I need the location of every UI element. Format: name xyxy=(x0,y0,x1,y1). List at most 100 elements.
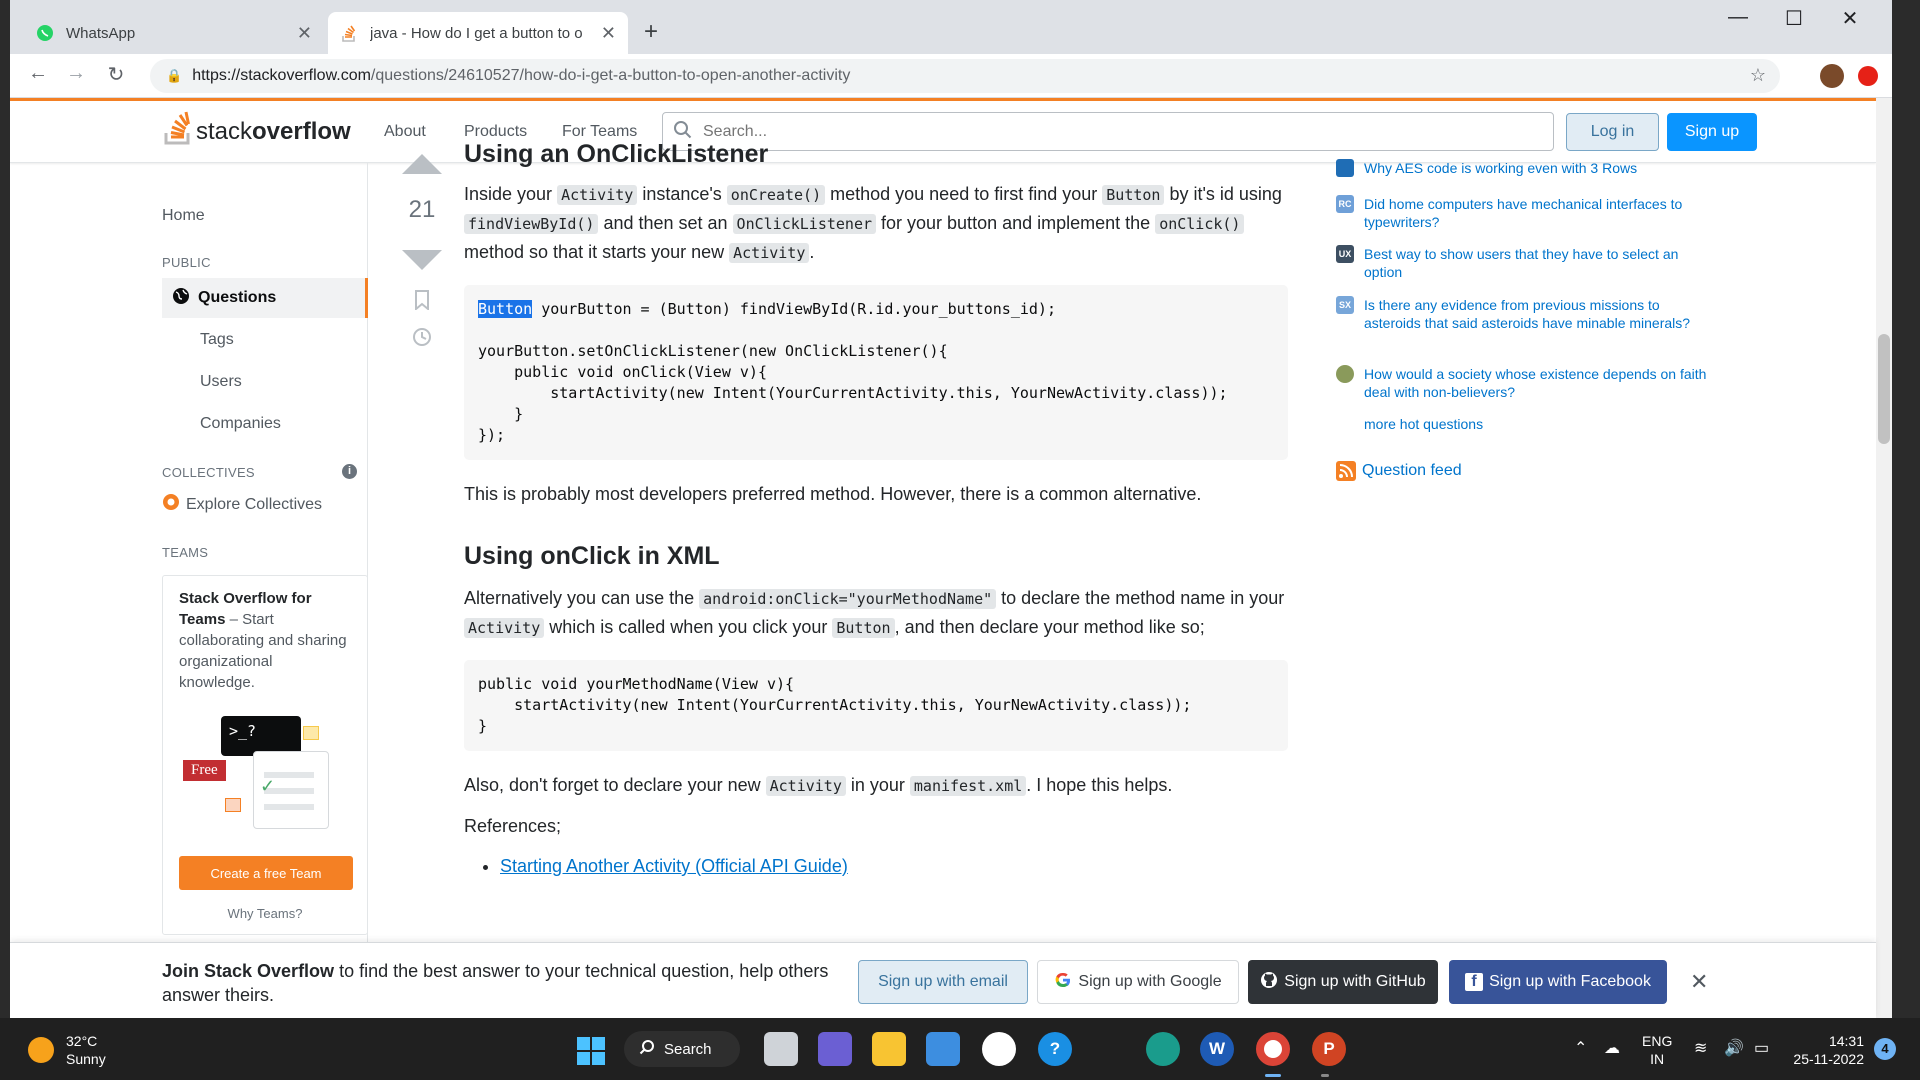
word-icon[interactable]: W xyxy=(1200,1032,1234,1066)
tab-strip: WhatsApp ✕ java - How do I get a button … xyxy=(10,0,1892,54)
downvote-icon[interactable] xyxy=(402,250,442,270)
teams-chat-icon[interactable] xyxy=(818,1032,852,1066)
weather-sun-icon[interactable] xyxy=(28,1037,54,1063)
search-input[interactable] xyxy=(703,122,1523,141)
chevron-up-icon[interactable]: ⌃ xyxy=(1574,1038,1587,1058)
question-feed-link[interactable]: Question feed xyxy=(1362,462,1462,480)
app-icon[interactable] xyxy=(982,1032,1016,1066)
check-icon: ✓ xyxy=(260,776,276,796)
info-icon[interactable]: i xyxy=(342,464,357,479)
reference-link[interactable]: Starting Another Activity (Official API … xyxy=(500,856,848,876)
tab-stackoverflow[interactable]: java - How do I get a button to o ✕ xyxy=(328,12,628,54)
code-block-xml-method[interactable]: public void yourMethodName(View v){ star… xyxy=(464,660,1288,751)
nav-home[interactable]: Home xyxy=(162,207,205,225)
signup-message: Join Stack Overflow to find the best ans… xyxy=(162,961,829,1005)
close-banner-icon[interactable]: ✕ xyxy=(1690,969,1708,995)
google-icon xyxy=(1054,971,1072,994)
hot-question-link[interactable]: Why AES code is working even with 3 Rows xyxy=(1364,159,1637,177)
checklist-graphic: ✓ xyxy=(253,751,329,829)
back-icon[interactable]: ← xyxy=(24,62,52,85)
hot-question-link[interactable]: How would a society whose existence depe… xyxy=(1364,365,1716,401)
signup-email-button[interactable]: Sign up with email xyxy=(858,960,1028,1004)
hot-question-item[interactable]: RC Did home computers have mechanical in… xyxy=(1336,195,1716,231)
more-hot-questions-link[interactable]: more hot questions xyxy=(1364,415,1483,433)
hot-question-item[interactable]: Why AES code is working even with 3 Rows xyxy=(1336,159,1716,177)
teams-illustration: >_? ✓ Free xyxy=(183,716,333,836)
taskbar-search[interactable]: Search xyxy=(624,1031,740,1067)
left-sidebar: Home PUBLIC Questions Tags Users Compani… xyxy=(162,163,368,943)
collectives-icon xyxy=(162,493,180,516)
nav-tags[interactable]: Tags xyxy=(200,331,234,349)
hot-question-item[interactable]: UX Best way to show users that they have… xyxy=(1336,245,1716,281)
hot-question-link[interactable]: Best way to show users that they have to… xyxy=(1364,245,1716,281)
maximize-icon[interactable]: ☐ xyxy=(1766,6,1822,31)
profile-avatar[interactable] xyxy=(1820,64,1844,88)
wifi-icon[interactable]: ≋ xyxy=(1694,1038,1707,1058)
signup-github-button[interactable]: Sign up with GitHub xyxy=(1248,960,1438,1004)
hot-question-item[interactable]: How would a society whose existence depe… xyxy=(1336,365,1716,401)
window-close-icon[interactable]: ✕ xyxy=(1822,6,1878,31)
why-teams-link[interactable]: Why Teams? xyxy=(163,906,367,921)
edge-icon[interactable] xyxy=(1146,1032,1180,1066)
tab-whatsapp[interactable]: WhatsApp ✕ xyxy=(24,12,324,54)
chrome-icon[interactable] xyxy=(1256,1032,1290,1066)
network-icon[interactable]: ☁ xyxy=(1604,1038,1620,1058)
nav-for-teams[interactable]: For Teams xyxy=(562,123,637,141)
signup-facebook-button[interactable]: f Sign up with Facebook xyxy=(1449,960,1667,1004)
bookmark-icon[interactable] xyxy=(414,290,430,310)
new-tab-button[interactable]: + xyxy=(644,18,658,46)
inline-code: manifest.xml xyxy=(909,776,1027,796)
signup-button[interactable]: Sign up xyxy=(1667,113,1757,151)
close-icon[interactable]: ✕ xyxy=(601,23,616,44)
microsoft-store-icon[interactable] xyxy=(926,1032,960,1066)
so-logo[interactable]: stack overflow xyxy=(162,109,351,154)
inline-code: onCreate() xyxy=(726,185,826,205)
hot-question-item[interactable]: SX Is there any evidence from previous m… xyxy=(1336,296,1716,332)
github-icon xyxy=(1260,971,1278,994)
nav-questions[interactable]: Questions xyxy=(162,278,368,318)
inline-code: onClick() xyxy=(1155,214,1245,234)
weather-widget[interactable]: 32°C Sunny xyxy=(66,1032,106,1068)
nav-about[interactable]: About xyxy=(384,123,426,141)
hot-question-link[interactable]: Is there any evidence from previous miss… xyxy=(1364,296,1716,332)
notification-badge[interactable]: 4 xyxy=(1874,1038,1896,1060)
facebook-icon: f xyxy=(1465,973,1484,991)
inline-code: Activity xyxy=(557,185,638,205)
question-feed[interactable]: Question feed xyxy=(1336,461,1716,481)
teams-promo: Stack Overflow for Teams – Start collabo… xyxy=(162,575,368,935)
stackoverflow-icon xyxy=(340,24,358,42)
clock-date: 25-11-2022 xyxy=(1793,1051,1864,1067)
page-scrollbar[interactable] xyxy=(1876,98,1892,1018)
browser-window: WhatsApp ✕ java - How do I get a button … xyxy=(10,0,1892,1018)
language-indicator[interactable]: ENG IN xyxy=(1642,1032,1672,1068)
reload-icon[interactable]: ↻ xyxy=(102,62,130,87)
nav-products[interactable]: Products xyxy=(464,123,527,141)
battery-icon[interactable]: ▭ xyxy=(1754,1038,1769,1058)
upvote-icon[interactable] xyxy=(402,154,442,174)
file-explorer-icon[interactable] xyxy=(872,1032,906,1066)
extension-icon[interactable] xyxy=(1858,66,1878,86)
login-button[interactable]: Log in xyxy=(1566,113,1659,151)
scrollbar-thumb[interactable] xyxy=(1878,334,1890,444)
bookmark-star-icon[interactable]: ☆ xyxy=(1750,65,1766,86)
powerpoint-icon[interactable]: P xyxy=(1312,1032,1346,1066)
close-icon[interactable]: ✕ xyxy=(297,23,312,44)
volume-icon[interactable]: 🔊 xyxy=(1724,1038,1744,1058)
code-block-onclicklistener[interactable]: Button yourButton = (Button) findViewByI… xyxy=(464,285,1288,460)
windows-start-icon[interactable] xyxy=(577,1037,605,1065)
nav-companies[interactable]: Companies xyxy=(200,415,281,433)
forward-icon[interactable]: → xyxy=(62,62,90,85)
hot-question-link[interactable]: Did home computers have mechanical inter… xyxy=(1364,195,1716,231)
minimize-icon[interactable]: — xyxy=(1710,6,1766,29)
signup-facebook-label: Sign up with Facebook xyxy=(1489,973,1651,990)
history-icon[interactable] xyxy=(411,326,433,348)
nav-users[interactable]: Users xyxy=(200,373,242,391)
signup-google-button[interactable]: Sign up with Google xyxy=(1037,960,1239,1004)
nav-explore-collectives[interactable]: Explore Collectives xyxy=(162,493,322,516)
create-team-button[interactable]: Create a free Team xyxy=(179,856,353,890)
help-icon[interactable]: ? xyxy=(1038,1032,1072,1066)
clock[interactable]: 14:31 25-11-2022 xyxy=(1792,1032,1864,1068)
inline-code: Activity xyxy=(729,243,810,263)
address-bar[interactable]: 🔒 https://stackoverflow.com /questions/2… xyxy=(150,59,1780,93)
task-view-icon[interactable] xyxy=(764,1032,798,1066)
